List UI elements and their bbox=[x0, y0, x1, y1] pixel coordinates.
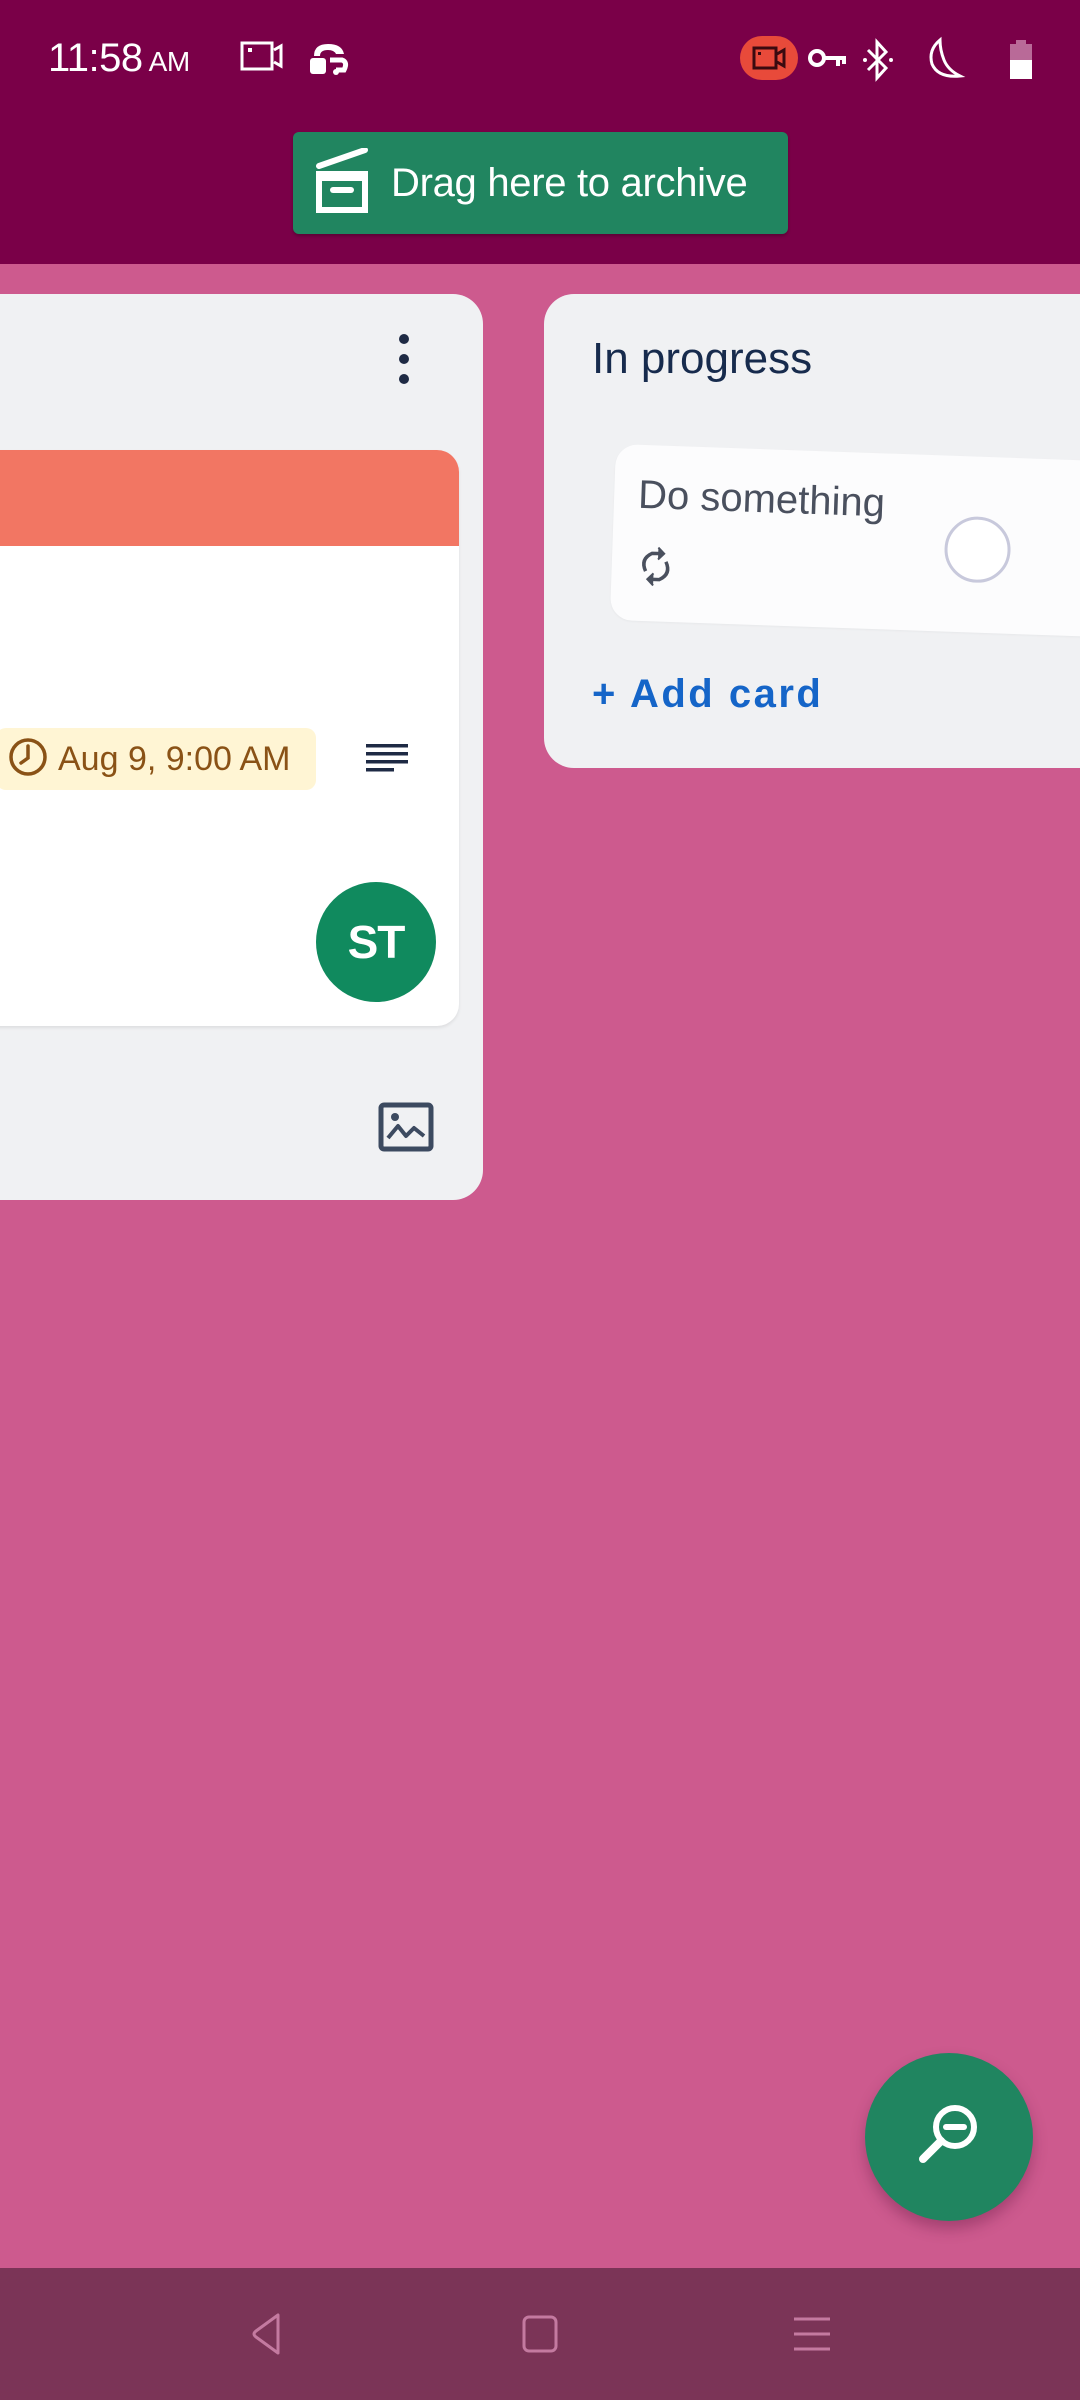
do-not-disturb-moon-icon bbox=[922, 36, 966, 87]
list-title[interactable]: In progress bbox=[592, 334, 812, 384]
repeat-icon bbox=[637, 545, 675, 593]
home-icon bbox=[522, 2315, 558, 2353]
complete-checkbox[interactable] bbox=[943, 515, 1012, 584]
image-icon[interactable] bbox=[378, 1102, 434, 1157]
menu-button[interactable] bbox=[742, 2268, 882, 2400]
clock-text: 11:58 bbox=[48, 36, 143, 80]
cloud-sync-icon bbox=[306, 40, 350, 81]
recording-indicator-icon bbox=[740, 36, 798, 85]
add-card-button[interactable]: + Add card bbox=[592, 672, 823, 717]
status-bar: 11:58 AM bbox=[0, 0, 1080, 120]
battery-icon bbox=[1008, 40, 1034, 85]
description-icon bbox=[366, 744, 408, 779]
status-time: 11:58 AM bbox=[48, 36, 190, 81]
card-title: Do something bbox=[637, 472, 886, 526]
more-vertical-icon[interactable] bbox=[392, 334, 416, 384]
zoom-out-button[interactable] bbox=[865, 2053, 1033, 2221]
member-avatar[interactable]: ST bbox=[316, 882, 436, 1002]
list-column: Aug 9, 9:00 AM ST bbox=[0, 294, 483, 1200]
bluetooth-icon bbox=[862, 38, 894, 87]
vpn-key-icon bbox=[808, 46, 848, 75]
screen-record-icon bbox=[240, 40, 284, 77]
archive-drop-zone[interactable]: Drag here to archive bbox=[293, 132, 788, 234]
system-nav-bar bbox=[0, 2268, 1080, 2400]
dragging-card[interactable]: Do something bbox=[609, 444, 1080, 640]
card[interactable]: Aug 9, 9:00 AM ST bbox=[0, 450, 459, 1026]
home-button[interactable] bbox=[470, 2268, 610, 2400]
clock-icon bbox=[8, 737, 48, 782]
archive-box-icon bbox=[315, 146, 371, 219]
back-icon bbox=[252, 2313, 280, 2355]
due-date-badge: Aug 9, 9:00 AM bbox=[0, 728, 316, 790]
back-button[interactable] bbox=[196, 2268, 336, 2400]
list-column: In progress Do something + Add card bbox=[544, 294, 1080, 768]
clock-ampm: AM bbox=[148, 46, 191, 77]
archive-label: Drag here to archive bbox=[391, 160, 748, 205]
card-cover bbox=[0, 450, 459, 546]
due-date-text: Aug 9, 9:00 AM bbox=[58, 739, 291, 778]
zoom-out-icon bbox=[913, 2099, 985, 2176]
